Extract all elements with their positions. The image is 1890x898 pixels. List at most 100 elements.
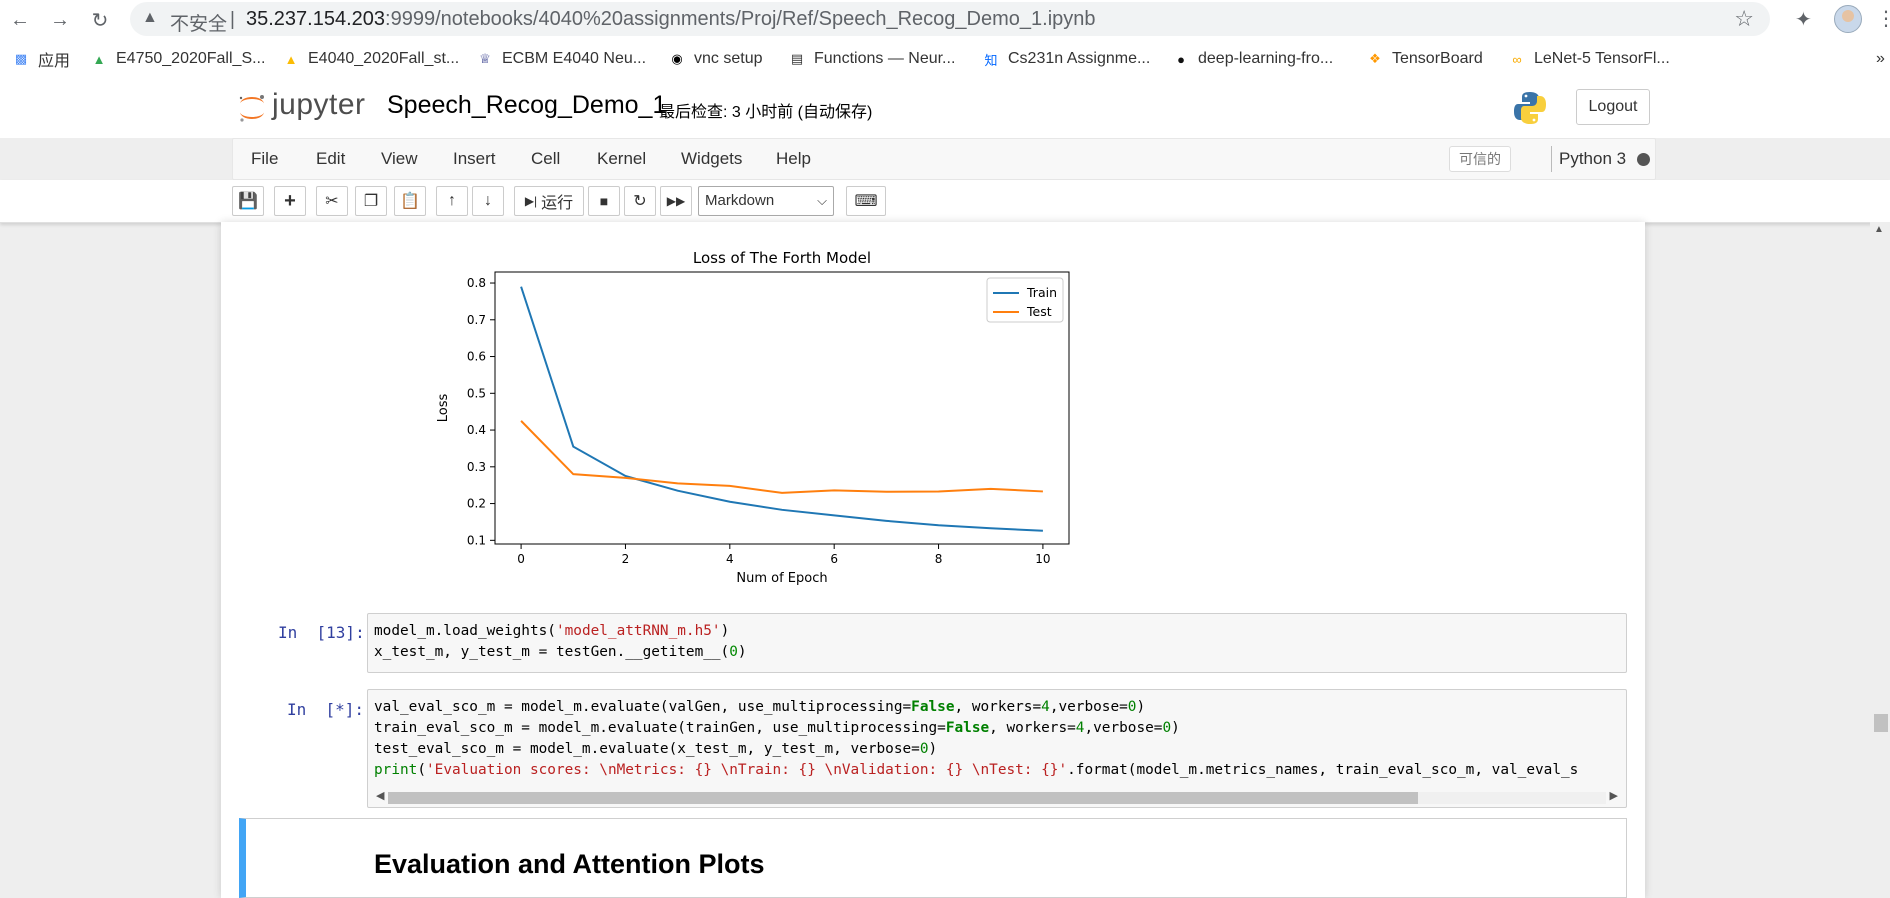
markdown-cell-selected[interactable]: Evaluation and Attention Plots: [239, 818, 1627, 898]
bookmark-item[interactable]: ▩ 应用: [12, 48, 70, 70]
insert-cell-icon[interactable]: +: [274, 186, 306, 216]
scroll-left-icon[interactable]: ◀: [376, 789, 384, 802]
keyboard-shortcuts-icon[interactable]: ⌨: [846, 186, 886, 216]
scroll-right-icon[interactable]: ▶: [1610, 789, 1618, 802]
scroll-up-icon[interactable]: ▲: [1874, 224, 1884, 235]
bookmark-label: TensorBoard: [1392, 50, 1483, 67]
page-scrollbar-thumb[interactable]: [1874, 714, 1888, 732]
scrollbar-thumb[interactable]: [388, 792, 1418, 804]
reload-icon[interactable]: ↻: [86, 6, 114, 34]
code-line: train_eval_sco_m = model_m.evaluate(trai…: [374, 720, 1180, 736]
code-cell-13[interactable]: model_m.load_weights('model_attRNN_m.h5'…: [367, 613, 1627, 673]
x-tick-label: 6: [830, 552, 838, 566]
kernel-busy-indicator-icon: [1637, 153, 1650, 166]
back-arrow-icon[interactable]: ←: [6, 6, 34, 34]
browser-chrome: ← → ↻ ▲ 不安全 | 35.237.154.203:9999/notebo…: [0, 0, 1890, 83]
google-drive-icon: ▲: [284, 51, 298, 67]
menu-kernel[interactable]: Kernel: [597, 149, 646, 169]
menu-file[interactable]: File: [251, 149, 278, 169]
google-drive-icon: ▲: [92, 51, 106, 67]
notebook-container[interactable]: Loss of The Forth Model 0 2 4 6 8 10 0.1 0.2 0.3 0…: [221, 222, 1645, 898]
kernel-separator: [1551, 146, 1552, 172]
trusted-indicator[interactable]: 可信的: [1449, 146, 1511, 172]
kernel-name[interactable]: Python 3: [1559, 149, 1626, 169]
bookmark-item[interactable]: ▲ E4750_2020Fall_S...: [90, 48, 266, 70]
y-tick-label: 0.1: [467, 533, 486, 547]
columbia-crown-icon: ♕: [479, 51, 491, 66]
bookmarks-overflow-icon[interactable]: »: [1876, 48, 1885, 70]
restart-run-all-icon[interactable]: ▶▶: [660, 186, 692, 216]
cell-type-select[interactable]: Markdown ⌵: [698, 186, 834, 216]
url-text[interactable]: 35.237.154.203:9999/notebooks/4040%20ass…: [246, 8, 1096, 31]
restart-kernel-icon[interactable]: ↻: [624, 186, 656, 216]
move-up-icon[interactable]: ↑: [436, 186, 468, 216]
interrupt-stop-icon[interactable]: ■: [588, 186, 620, 216]
bookmark-label: Cs231n Assignme...: [1008, 50, 1151, 67]
bookmark-label: deep-learning-fro...: [1198, 50, 1334, 67]
bookmark-label: 应用: [38, 53, 71, 70]
extensions-puzzle-icon[interactable]: ✦: [1795, 7, 1812, 32]
x-tick-label: 2: [622, 552, 630, 566]
menu-widgets[interactable]: Widgets: [681, 149, 742, 169]
bookmark-item[interactable]: ● deep-learning-fro...: [1172, 48, 1333, 70]
save-icon[interactable]: 💾: [232, 186, 264, 216]
bookmark-item[interactable]: ▲ E4040_2020Fall_st...: [282, 48, 460, 70]
chevron-down-icon: ⌵: [817, 193, 827, 208]
github-icon: ●: [1177, 51, 1185, 67]
code-line: test_eval_sco_m = model_m.evaluate(x_tes…: [374, 741, 938, 757]
menu-cell[interactable]: Cell: [531, 149, 560, 169]
y-tick-label: 0.5: [467, 386, 486, 400]
y-axis-label: Loss: [436, 394, 451, 423]
cut-icon[interactable]: ✂: [316, 186, 348, 216]
divider-icon: |: [230, 9, 235, 30]
forward-arrow-icon[interactable]: →: [46, 6, 74, 34]
code-line: x_test_m, y_test_m = testGen.__getitem__…: [374, 644, 747, 660]
page-scrollbar[interactable]: ▲: [1870, 222, 1890, 898]
bookmark-item[interactable]: ♕ ECBM E4040 Neu...: [476, 48, 646, 70]
bookmark-label: LeNet-5 TensorFl...: [1534, 50, 1670, 67]
tensorflow-icon: ❖: [1369, 51, 1381, 66]
url-host: 35.237.154.203: [246, 8, 386, 30]
browser-menu-icon[interactable]: ⋮: [1876, 6, 1890, 31]
bookmark-label: E4040_2020Fall_st...: [308, 50, 460, 67]
bookmark-star-icon[interactable]: ☆: [1734, 6, 1754, 32]
menu-edit[interactable]: Edit: [316, 149, 345, 169]
jupyter-header: jupyter Speech_Recog_Demo_1 最后检查: 3 小时前 …: [0, 82, 1890, 138]
plot-frame: [494, 271, 1070, 545]
legend-label-train: Train: [1026, 285, 1057, 300]
y-tick-label: 0.8: [467, 276, 486, 290]
notebook-title[interactable]: Speech_Recog_Demo_1: [387, 91, 666, 120]
paste-icon[interactable]: 📋: [394, 186, 426, 216]
x-tick-label: 8: [935, 552, 943, 566]
menu-help[interactable]: Help: [776, 149, 811, 169]
bookmark-label: E4750_2020Fall_S...: [116, 50, 266, 67]
logout-button[interactable]: Logout: [1576, 89, 1650, 125]
bookmark-label: ECBM E4040 Neu...: [502, 50, 647, 67]
bookmark-item[interactable]: 知 Cs231n Assignme...: [982, 48, 1150, 70]
bookmark-item[interactable]: ❖ TensorBoard: [1366, 48, 1483, 70]
insecure-label: 不安全: [170, 14, 228, 35]
bookmark-label: Functions — Neur...: [814, 50, 956, 67]
cell-type-value: Markdown: [705, 192, 775, 209]
jupyter-logo-icon[interactable]: [236, 92, 268, 124]
bookmark-item[interactable]: ◉ vnc setup: [668, 48, 762, 70]
bookmark-item[interactable]: ∞ LeNet-5 TensorFl...: [1508, 48, 1670, 70]
loss-chart: Loss of The Forth Model 0 2 4 6 8 10 0.1 0.2 0.3 0…: [436, 249, 1070, 586]
cell-13-prompt: In [13]:: [278, 623, 365, 642]
profile-avatar[interactable]: [1834, 5, 1862, 33]
y-tick-label: 0.6: [467, 350, 486, 364]
vnc-icon: ◉: [671, 51, 683, 66]
copy-icon[interactable]: ❐: [355, 186, 387, 216]
cell-running-prompt: In [*]:: [287, 700, 365, 719]
horizontal-scrollbar[interactable]: ◀ ▶: [374, 789, 1620, 805]
address-bar[interactable]: ▲ 不安全 | 35.237.154.203:9999/notebooks/40…: [130, 2, 1770, 36]
jupyter-logo-text[interactable]: jupyter: [272, 88, 366, 122]
menu-insert[interactable]: Insert: [453, 149, 496, 169]
bookmark-item[interactable]: ▤ Functions — Neur...: [788, 48, 956, 70]
code-cell-running[interactable]: val_eval_sco_m = model_m.evaluate(valGen…: [367, 689, 1627, 808]
menu-view[interactable]: View: [381, 149, 418, 169]
y-tick-label: 0.4: [467, 423, 486, 437]
move-down-icon[interactable]: ↓: [472, 186, 504, 216]
run-button[interactable]: ▶| 运行: [514, 186, 584, 216]
python-logo-icon: [1514, 92, 1546, 124]
